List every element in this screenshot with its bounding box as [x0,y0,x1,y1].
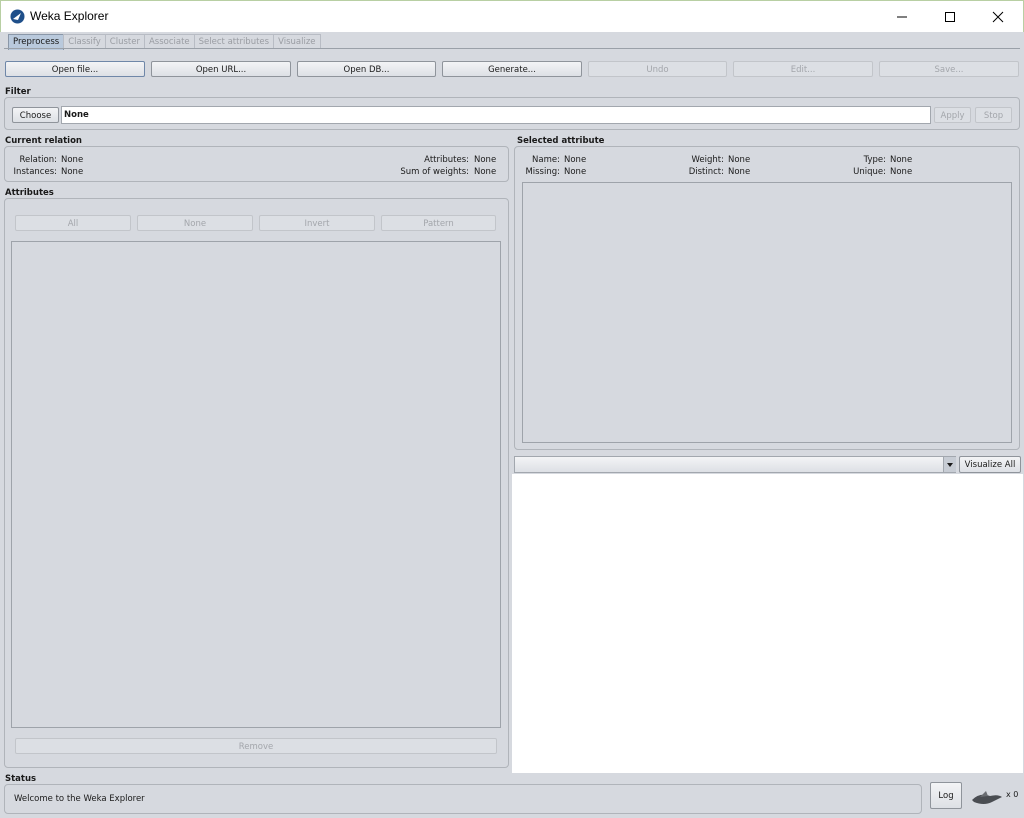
attributes-label: Attributes [5,188,54,198]
tab-select-attributes[interactable]: Select attributes [193,34,275,49]
select-none-button[interactable]: None [137,215,253,231]
attributes-count-value: None [474,155,497,165]
relation-value: None [61,155,84,165]
current-relation-label: Current relation [5,136,82,146]
tab-associate[interactable]: Associate [143,34,195,49]
minimize-button[interactable] [879,1,925,32]
close-icon [992,11,1004,22]
title-bar: Weka Explorer [0,0,1024,32]
selected-attribute-label: Selected attribute [517,136,605,146]
stop-button[interactable]: Stop [975,107,1012,123]
open-db-button[interactable]: Open DB... [297,61,436,77]
maximize-button[interactable] [927,1,973,32]
instances-value: None [61,167,84,177]
histogram-panel [512,474,1023,773]
weight-label: Weight: [691,155,724,165]
type-value: None [890,155,913,165]
remove-button[interactable]: Remove [15,738,497,754]
chevron-down-icon [947,463,953,467]
sum-of-weights-label: Sum of weights: [400,167,469,177]
status-message: Welcome to the Weka Explorer [14,794,145,804]
distinct-value: None [728,167,751,177]
attributes-count-label: Attributes: [424,155,469,165]
dropdown-arrow[interactable] [943,457,956,472]
open-url-button[interactable]: Open URL... [151,61,291,77]
weight-value: None [728,155,751,165]
weka-bird-icon [972,791,1002,804]
missing-value: None [564,167,587,177]
apply-button[interactable]: Apply [934,107,971,123]
filter-field[interactable]: None [61,106,931,124]
minimize-icon [897,16,907,17]
choose-filter-button[interactable]: Choose [12,107,59,123]
unique-value: None [890,167,913,177]
missing-label: Missing: [525,167,560,177]
status-label: Status [5,774,37,784]
relation-label: Relation: [19,155,57,165]
save-button[interactable]: Save... [879,61,1019,77]
class-attribute-select[interactable] [514,456,956,473]
distinct-label: Distinct: [688,167,724,177]
tab-divider [4,48,1020,49]
weka-app-icon [10,9,25,24]
attributes-list[interactable] [11,241,501,728]
sum-of-weights-value: None [474,167,497,177]
tab-strip: Preprocess Classify Cluster Associate Se… [8,34,321,50]
invert-button[interactable]: Invert [259,215,375,231]
tab-visualize[interactable]: Visualize [273,34,321,49]
name-label: Name: [532,155,560,165]
close-button[interactable] [975,1,1021,32]
attribute-stats-table [522,182,1012,443]
window-title: Weka Explorer [30,9,109,23]
filter-label: Filter [5,87,31,97]
edit-button[interactable]: Edit... [733,61,873,77]
generate-button[interactable]: Generate... [442,61,582,77]
open-file-button[interactable]: Open file... [5,61,145,77]
tab-classify[interactable]: Classify [63,34,106,49]
visualize-all-button[interactable]: Visualize All [959,456,1021,473]
tab-cluster[interactable]: Cluster [104,34,145,49]
select-all-button[interactable]: All [15,215,131,231]
instances-label: Instances: [13,167,57,177]
pattern-button[interactable]: Pattern [381,215,496,231]
maximize-icon [945,11,955,22]
name-value: None [564,155,587,165]
type-label: Type: [863,155,886,165]
status-task-count: x 0 [1006,790,1019,799]
undo-button[interactable]: Undo [588,61,727,77]
unique-label: Unique: [853,167,886,177]
log-button[interactable]: Log [930,782,962,809]
